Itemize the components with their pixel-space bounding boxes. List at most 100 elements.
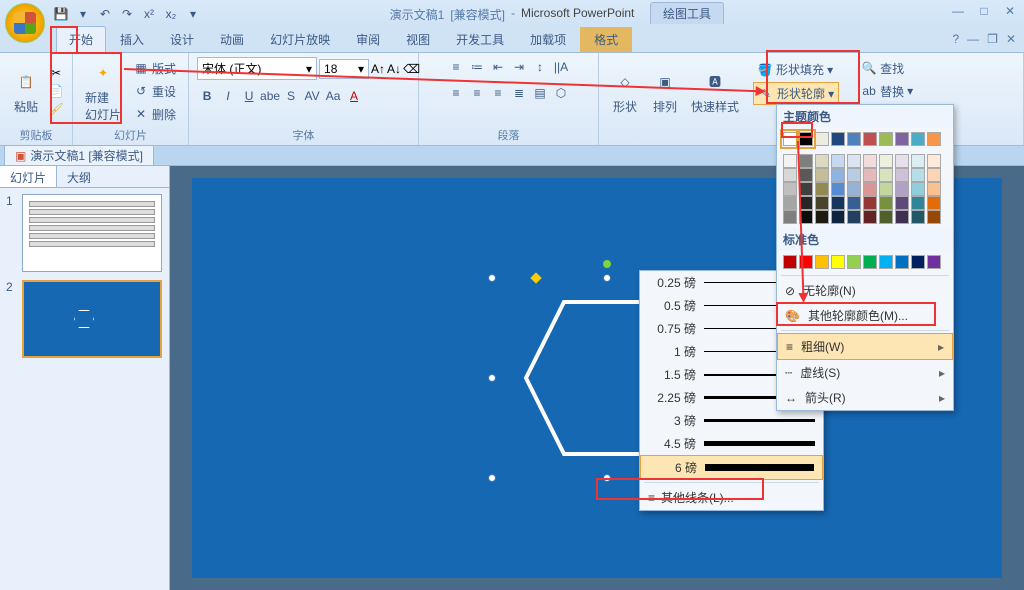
color-swatch[interactable] <box>895 132 909 146</box>
resize-handle[interactable] <box>488 274 496 282</box>
change-case-button[interactable]: Aa <box>323 86 343 106</box>
color-swatch[interactable] <box>847 210 861 224</box>
qat-dropdown-icon[interactable]: ▾ <box>74 5 92 23</box>
columns-button[interactable]: ▤ <box>530 83 550 103</box>
color-swatch[interactable] <box>911 168 925 182</box>
color-swatch[interactable] <box>895 182 909 196</box>
color-swatch[interactable] <box>799 168 813 182</box>
new-slide-button[interactable]: ✦ 新建 幻灯片 <box>81 57 125 125</box>
tab-developer[interactable]: 开发工具 <box>444 27 516 52</box>
color-swatch[interactable] <box>783 255 797 269</box>
arrows-item[interactable]: ↔箭头(R)▸ <box>777 385 953 410</box>
more-lines-item[interactable]: ≡其他线条(L)... <box>640 485 823 510</box>
cut-icon[interactable]: ✂ <box>48 65 64 81</box>
tab-slideshow[interactable]: 幻灯片放映 <box>258 27 342 52</box>
color-swatch[interactable] <box>783 132 797 146</box>
superscript-icon[interactable]: x² <box>140 5 158 23</box>
color-swatch[interactable] <box>879 168 893 182</box>
color-swatch[interactable] <box>927 196 941 210</box>
spacing-button[interactable]: AV <box>302 86 322 106</box>
format-painter-icon[interactable]: 🖌 <box>48 101 64 117</box>
arrange-button[interactable]: ▣排列 <box>647 66 683 117</box>
weight-option[interactable]: 3 磅 <box>640 409 823 432</box>
subscript-icon[interactable]: x₂ <box>162 5 180 23</box>
color-swatch[interactable] <box>783 210 797 224</box>
rotate-handle[interactable] <box>603 260 611 268</box>
color-swatch[interactable] <box>879 182 893 196</box>
restore-doc-icon[interactable]: ❐ <box>987 32 998 46</box>
resize-handle[interactable] <box>603 274 611 282</box>
weight-option[interactable]: 6 磅 <box>640 455 823 480</box>
color-swatch[interactable] <box>783 196 797 210</box>
color-swatch[interactable] <box>799 154 813 168</box>
tab-review[interactable]: 审阅 <box>344 27 392 52</box>
text-direction-button[interactable]: ||A <box>551 57 571 77</box>
color-swatch[interactable] <box>863 182 877 196</box>
paste-button[interactable]: 📋 粘贴 <box>8 66 44 117</box>
color-swatch[interactable] <box>911 196 925 210</box>
color-swatch[interactable] <box>815 196 829 210</box>
tab-insert[interactable]: 插入 <box>108 27 156 52</box>
slide-thumbnail-2[interactable] <box>22 280 162 358</box>
color-swatch[interactable] <box>895 168 909 182</box>
align-center-button[interactable]: ≡ <box>467 83 487 103</box>
color-swatch[interactable] <box>783 182 797 196</box>
color-swatch[interactable] <box>927 132 941 146</box>
color-swatch[interactable] <box>863 168 877 182</box>
indent-inc-button[interactable]: ⇥ <box>509 57 529 77</box>
color-swatch[interactable] <box>815 255 829 269</box>
align-left-button[interactable]: ≡ <box>446 83 466 103</box>
resize-handle[interactable] <box>603 474 611 482</box>
save-icon[interactable]: 💾 <box>52 5 70 23</box>
bold-button[interactable]: B <box>197 86 217 106</box>
color-swatch[interactable] <box>815 182 829 196</box>
replace-button[interactable]: ab替换▾ <box>857 81 917 102</box>
bullets-button[interactable]: ≡ <box>446 57 466 77</box>
color-swatch[interactable] <box>879 132 893 146</box>
shape-fill-button[interactable]: 🪣形状填充▾ <box>753 59 839 80</box>
color-swatch[interactable] <box>863 196 877 210</box>
tab-animations[interactable]: 动画 <box>208 27 256 52</box>
color-swatch[interactable] <box>911 182 925 196</box>
font-name-combo[interactable]: 宋体 (正文)▾ <box>197 57 317 80</box>
color-swatch[interactable] <box>863 210 877 224</box>
color-swatch[interactable] <box>863 255 877 269</box>
color-swatch[interactable] <box>895 210 909 224</box>
document-tab[interactable]: ▣ 演示文稿1 [兼容模式] <box>4 145 154 166</box>
color-swatch[interactable] <box>879 154 893 168</box>
justify-button[interactable]: ≣ <box>509 83 529 103</box>
numbering-button[interactable]: ≔ <box>467 57 487 77</box>
weight-item[interactable]: ≡粗细(W)▸ <box>777 333 953 360</box>
close-button[interactable]: ✕ <box>1002 4 1018 18</box>
color-swatch[interactable] <box>831 154 845 168</box>
find-button[interactable]: 🔍查找 <box>857 58 917 79</box>
tab-view[interactable]: 视图 <box>394 27 442 52</box>
color-swatch[interactable] <box>783 154 797 168</box>
color-swatch[interactable] <box>911 210 925 224</box>
color-swatch[interactable] <box>847 154 861 168</box>
color-swatch[interactable] <box>911 255 925 269</box>
color-swatch[interactable] <box>863 154 877 168</box>
shrink-font-button[interactable]: A↓ <box>387 62 401 76</box>
color-swatch[interactable] <box>831 132 845 146</box>
resize-handle[interactable] <box>488 374 496 382</box>
color-swatch[interactable] <box>831 168 845 182</box>
office-button[interactable] <box>5 3 45 43</box>
qat-more-icon[interactable]: ▾ <box>184 5 202 23</box>
delete-button[interactable]: ✕删除 <box>129 104 180 125</box>
pane-tab-outline[interactable]: 大纲 <box>57 166 101 187</box>
grow-font-button[interactable]: A↑ <box>371 62 385 76</box>
line-spacing-button[interactable]: ↕ <box>530 57 550 77</box>
resize-handle[interactable] <box>488 474 496 482</box>
color-swatch[interactable] <box>815 154 829 168</box>
tab-format[interactable]: 格式 <box>580 27 632 52</box>
clear-formatting-button[interactable]: ⌫ <box>403 62 420 76</box>
help-icon[interactable]: ? <box>952 32 959 46</box>
smartart-button[interactable]: ⬡ <box>551 83 571 103</box>
redo-icon[interactable]: ↷ <box>118 5 136 23</box>
color-swatch[interactable] <box>927 255 941 269</box>
color-swatch[interactable] <box>879 196 893 210</box>
pane-tab-slides[interactable]: 幻灯片 <box>0 166 57 187</box>
color-swatch[interactable] <box>879 255 893 269</box>
color-swatch[interactable] <box>927 168 941 182</box>
